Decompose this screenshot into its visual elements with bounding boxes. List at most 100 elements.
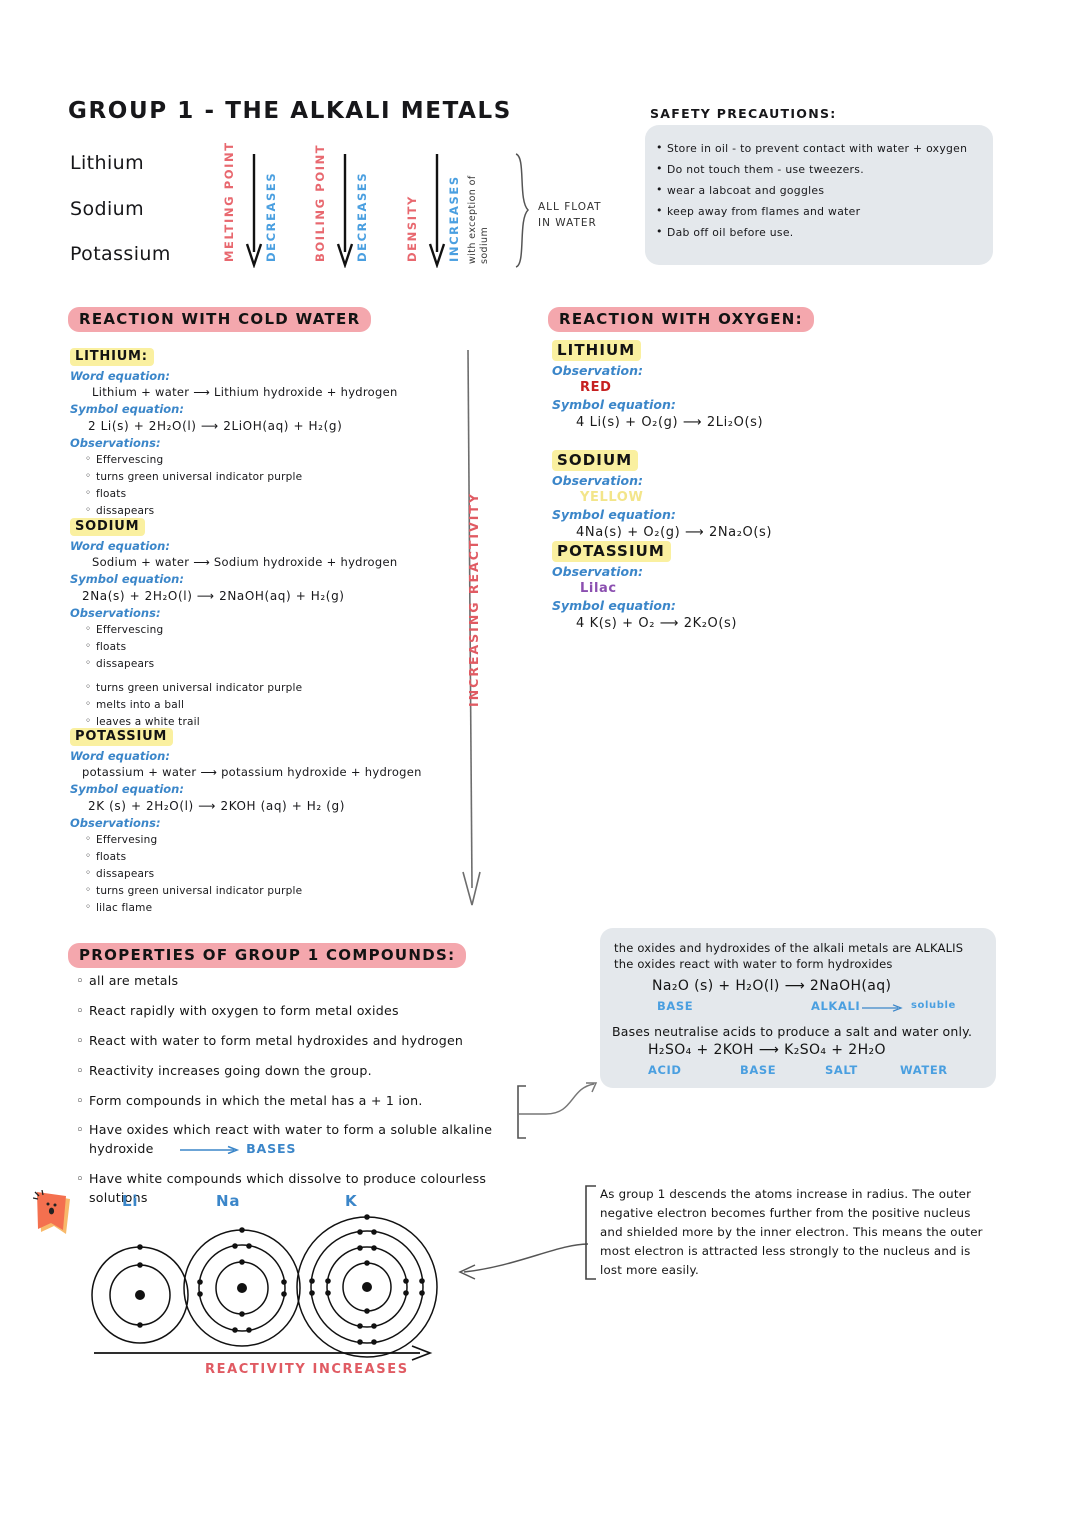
radius-note-connector-icon	[458, 1243, 589, 1280]
observations-label: Observations:	[70, 816, 161, 830]
metal-name: POTASSIUM	[70, 728, 174, 746]
alkalis-tag-water: WATER	[900, 1063, 948, 1077]
oxygen-metal-block-lithium: LITHIUM Observation: RED Symbol equation…	[552, 340, 952, 430]
alkalis-tag-soluble: soluble	[911, 1000, 956, 1011]
trend-property-label: MELTING POINT	[222, 141, 236, 262]
list-item: Form compounds in which the metal has a …	[76, 1092, 542, 1111]
trend-property-label: BOILING POINT	[313, 143, 327, 262]
list-item: Effervesing	[85, 831, 470, 849]
all-float-note: ALL FLOAT IN WATER	[538, 200, 602, 232]
reactivity-increases-arrow-icon	[94, 1345, 433, 1361]
list-item: floats	[85, 638, 470, 656]
symbol-equation-label: Symbol equation:	[552, 397, 676, 412]
bookmark-sticker-icon	[33, 1190, 70, 1234]
symbol-equation-label: Symbol equation:	[70, 782, 184, 796]
alkalis-line-3: Bases neutralise acids to produce a salt…	[612, 1024, 973, 1039]
list-item: React with water to form metal hydroxide…	[76, 1032, 542, 1051]
metal-name: LITHIUM	[552, 340, 642, 361]
alkalis-equation-1: Na₂O (s) + H₂O(l) ⟶ 2NaOH(aq)	[652, 978, 892, 994]
note-bracket-icon	[585, 1185, 596, 1280]
observations-label: Observations:	[70, 606, 161, 620]
observations-list: Effervescing floats dissapears turns gre…	[70, 621, 470, 731]
observations-list: Effervescing turns green universal indic…	[70, 451, 470, 520]
safety-precautions-box: Store in oil - to prevent contact with w…	[645, 125, 993, 265]
word-equation-label: Word equation:	[70, 369, 170, 383]
curly-brace-icon	[515, 153, 530, 268]
metal-name: SODIUM	[70, 518, 146, 536]
list-item: Effervescing	[85, 451, 470, 469]
list-item: React rapidly with oxygen to form metal …	[76, 1002, 542, 1021]
atom-diagram-sodium	[183, 1227, 301, 1347]
list-item: turns green universal indicator purple	[85, 468, 470, 486]
all-float-note-line1: ALL FLOAT	[538, 201, 602, 213]
observation-label: Observation:	[552, 564, 643, 579]
safety-precautions-title: SAFETY PRECAUTIONS:	[650, 106, 837, 121]
properties-to-alkalis-connector-icon	[517, 1082, 598, 1139]
observation-label: Observation:	[552, 363, 643, 378]
increasing-reactivity-label: INCREASING REACTIVITY	[466, 492, 481, 707]
list-item: turns green universal indicator purple	[85, 882, 470, 900]
list-item: Have oxides which react with water to fo…	[76, 1121, 542, 1159]
alkalis-tag-salt: SALT	[825, 1063, 858, 1077]
list-item: floats	[85, 848, 470, 866]
water-metal-block-potassium: POTASSIUM Word equation: potassium + wat…	[70, 728, 470, 917]
element-name-lithium: Lithium	[70, 152, 144, 174]
symbol-equation: 2K (s) + 2H₂O(l) ⟶ 2KOH (aq) + H₂ (g)	[88, 799, 346, 813]
atom-label-k: K	[345, 1192, 358, 1210]
bases-arrow-wrap: BASES	[179, 1140, 297, 1159]
section-header-label: REACTION WITH COLD WATER	[68, 307, 372, 332]
list-item: Store in oil - to prevent contact with w…	[656, 137, 979, 159]
properties-list: all are metals React rapidly with oxygen…	[72, 972, 542, 1219]
trend-direction-label: INCREASES	[447, 175, 461, 262]
metal-name: POTASSIUM	[552, 541, 671, 562]
observations-list: Effervesing floats dissapears turns gree…	[70, 831, 470, 917]
alkalis-info-box: the oxides and hydroxides of the alkali …	[600, 928, 996, 1088]
list-item: Dab off oil before use.	[656, 221, 979, 243]
list-item: wear a labcoat and goggles	[656, 179, 979, 201]
section-header-label: PROPERTIES OF GROUP 1 COMPOUNDS:	[68, 943, 467, 968]
page-title: GROUP 1 - THE ALKALI METALS	[68, 98, 512, 124]
trend-direction-label: DECREASES	[264, 171, 278, 262]
radius-explanation-text: As group 1 descends the atoms increase i…	[600, 1187, 983, 1278]
metal-name: SODIUM	[552, 450, 639, 471]
symbol-equation: 4Na(s) + O₂(g) ⟶ 2Na₂O(s)	[576, 525, 773, 540]
symbol-equation: 2 Li(s) + 2H₂O(l) ⟶ 2LiOH(aq) + H₂(g)	[88, 419, 343, 433]
section-header-cold-water: REACTION WITH COLD WATER	[68, 307, 372, 332]
list-item: floats	[85, 485, 470, 503]
atom-label-li: Li	[122, 1192, 139, 1210]
list-item: Do not touch them - use tweezers.	[656, 158, 979, 180]
alkalis-tag-acid: ACID	[648, 1063, 682, 1077]
word-equation-label: Word equation:	[70, 539, 170, 553]
down-arrow-icon	[245, 154, 263, 268]
list-item: melts into a ball	[85, 696, 470, 714]
list-item: keep away from flames and water	[656, 200, 979, 222]
notes-page: GROUP 1 - THE ALKALI METALS Lithium Sodi…	[0, 0, 1080, 1532]
alkalis-line-2: the oxides react with water to form hydr…	[614, 957, 893, 971]
observation-value: Lilac	[580, 581, 617, 596]
atom-diagram-potassium	[296, 1214, 438, 1358]
word-equation: Sodium + water ⟶ Sodium hydroxide + hydr…	[92, 555, 398, 569]
list-item: turns green universal indicator purple	[85, 679, 470, 697]
symbol-equation: 2Na(s) + 2H₂O(l) ⟶ 2NaOH(aq) + H₂(g)	[82, 589, 345, 603]
observations-label: Observations:	[70, 436, 161, 450]
bases-label: BASES	[246, 1141, 297, 1157]
symbol-equation-label: Symbol equation:	[552, 507, 676, 522]
word-equation: potassium + water ⟶ potassium hydroxide …	[82, 765, 422, 779]
alkalis-tag-base: BASE	[657, 999, 694, 1013]
section-header-properties: PROPERTIES OF GROUP 1 COMPOUNDS:	[68, 943, 467, 968]
list-item: dissapears	[85, 655, 470, 673]
word-equation-label: Word equation:	[70, 749, 170, 763]
symbol-equation-label: Symbol equation:	[552, 598, 676, 613]
atom-label-na: Na	[216, 1192, 241, 1210]
water-metal-block-lithium: LITHIUM: Word equation: Lithium + water …	[70, 348, 470, 520]
all-float-note-line2: IN WATER	[538, 216, 597, 229]
element-name-sodium: Sodium	[70, 198, 144, 220]
reactivity-increases-label: REACTIVITY INCREASES	[205, 1362, 409, 1377]
list-item: all are metals	[76, 972, 542, 991]
observation-value: YELLOW	[580, 490, 644, 505]
metal-name: LITHIUM:	[70, 348, 154, 366]
right-arrow-icon	[179, 1146, 240, 1155]
alkalis-tag-base2: BASE	[740, 1063, 777, 1077]
down-arrow-icon	[428, 154, 446, 268]
symbol-equation-label: Symbol equation:	[70, 572, 184, 586]
